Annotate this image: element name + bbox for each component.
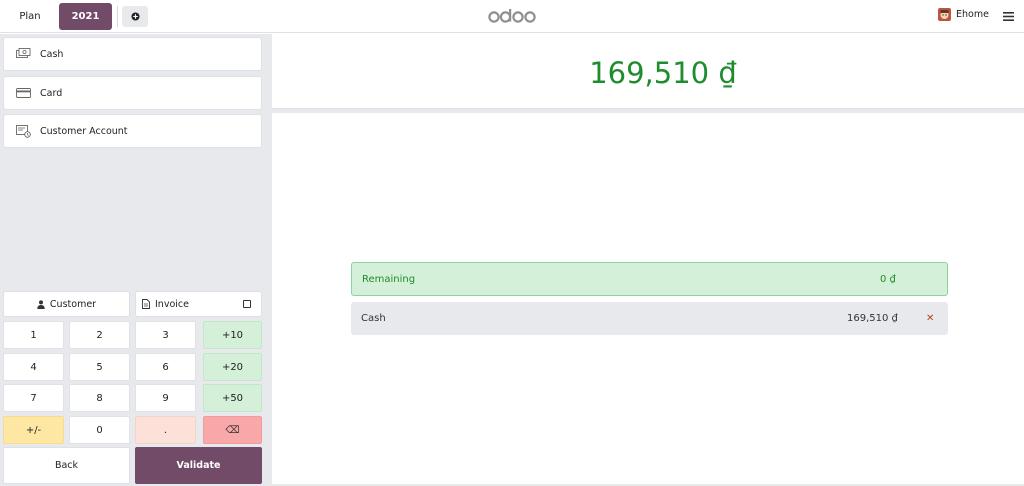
payment-method-label: Card [40, 87, 63, 99]
numpad-key-sign[interactable]: +/- [3, 416, 64, 444]
invoice-label: Invoice [155, 298, 189, 310]
add-order-button[interactable] [122, 6, 148, 27]
numpad-key-4[interactable]: 4 [3, 353, 64, 381]
tab-current-floor[interactable]: 2021 [59, 3, 112, 30]
numpad-key-plus10[interactable]: +10 [203, 321, 262, 349]
total-due-panel: 169,510 ₫ [272, 38, 1024, 109]
avatar [938, 8, 951, 21]
user-icon [37, 299, 45, 309]
top-bar: Plan 2021 Ehome [0, 0, 1024, 33]
total-due-amount: 169,510 ₫ [589, 56, 737, 90]
close-icon[interactable]: ✕ [926, 313, 934, 324]
paymentline-amount: 169,510 ₫ [847, 313, 898, 324]
hamburger-icon[interactable] [1002, 10, 1015, 23]
numpad-key-0[interactable]: 0 [69, 416, 130, 444]
validate-button[interactable]: Validate [135, 447, 262, 484]
numpad-key-2[interactable]: 2 [69, 321, 130, 349]
user-menu[interactable]: Ehome [938, 8, 989, 21]
tab-plan[interactable]: Plan [4, 3, 56, 30]
paymentline-cash[interactable]: Cash 169,510 ₫ ✕ [351, 302, 948, 335]
numpad-key-1[interactable]: 1 [3, 321, 64, 349]
numpad-key-decimal[interactable]: . [135, 416, 196, 444]
customer-label: Customer [49, 298, 97, 310]
payment-method-cash[interactable]: Cash [3, 37, 262, 71]
plus-circle-icon [130, 12, 140, 21]
numpad-key-3[interactable]: 3 [135, 321, 196, 349]
tab-divider [117, 6, 118, 27]
backspace-icon: ⌫ [225, 424, 240, 436]
remaining-label: Remaining [362, 273, 416, 285]
back-button[interactable]: Back [3, 447, 130, 484]
payment-method-customer-account[interactable]: Customer Account [3, 114, 262, 148]
user-name: Ehome [956, 9, 989, 20]
numpad-key-5[interactable]: 5 [69, 353, 130, 381]
payment-methods-panel: Cash Card Customer Account Customer Invo… [0, 34, 270, 486]
remaining-row: Remaining 0 ₫ [351, 262, 948, 296]
invoice-checkbox[interactable] [243, 300, 251, 308]
numpad-key-plus50[interactable]: +50 [203, 384, 262, 412]
numpad-key-8[interactable]: 8 [69, 384, 130, 412]
odoo-logo [488, 7, 538, 27]
numpad-key-plus20[interactable]: +20 [203, 353, 262, 381]
card-icon [16, 88, 31, 98]
paymentline-method: Cash [361, 313, 386, 324]
payment-method-label: Cash [40, 48, 64, 60]
numpad-key-7[interactable]: 7 [3, 384, 64, 412]
divider [272, 109, 1024, 113]
numpad-key-9[interactable]: 9 [135, 384, 196, 412]
numpad-key-6[interactable]: 6 [135, 353, 196, 381]
customer-account-icon [16, 124, 31, 138]
payment-method-card[interactable]: Card [3, 76, 262, 110]
cash-icon [16, 48, 31, 58]
invoice-button[interactable]: Invoice [135, 291, 262, 317]
payment-method-label: Customer Account [40, 125, 128, 137]
customer-button[interactable]: Customer [3, 291, 130, 317]
numpad-key-backspace[interactable]: ⌫ [203, 416, 262, 444]
remaining-amount: 0 ₫ [880, 273, 896, 285]
file-icon [142, 299, 150, 309]
